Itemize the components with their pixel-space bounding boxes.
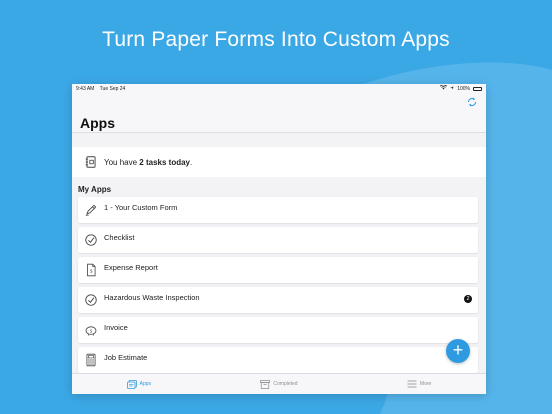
app-list: 1 - Your Custom Form Checklist $ Expense… xyxy=(72,197,486,373)
tasks-suffix: . xyxy=(190,157,193,167)
checkmark-circle-icon xyxy=(84,233,98,247)
wifi-icon xyxy=(440,84,448,92)
tab-bar: Apps Completed More xyxy=(72,373,486,394)
tab-apps[interactable]: Apps xyxy=(126,379,152,389)
app-item-label: Expense Report xyxy=(104,262,158,272)
app-item-custom-form[interactable]: 1 - Your Custom Form xyxy=(78,197,478,223)
marketing-headline: Turn Paper Forms Into Custom Apps xyxy=(102,28,450,51)
app-item-label: Hazardous Waste Inspection xyxy=(104,292,200,302)
app-item-label: Checklist xyxy=(104,232,135,242)
tasks-summary-row[interactable]: You have 2 tasks today . xyxy=(72,147,486,177)
status-date: Tue Sep 24 xyxy=(99,85,126,92)
tab-label: Completed xyxy=(273,381,298,387)
refresh-button[interactable] xyxy=(466,96,478,108)
app-item-label: Job Estimate xyxy=(104,352,148,362)
battery-icon xyxy=(473,86,482,91)
app-item-label: Invoice xyxy=(104,322,128,332)
status-time: 9:43 AM xyxy=(76,85,95,92)
app-item-label: 1 - Your Custom Form xyxy=(104,202,178,212)
archive-box-icon xyxy=(260,379,271,389)
navigation-bar: Apps xyxy=(72,93,486,133)
calculator-icon xyxy=(84,353,98,367)
dollar-document-icon: $ xyxy=(84,263,98,277)
app-item-invoice[interactable]: $ Invoice xyxy=(78,317,478,343)
checkmark-circle-icon xyxy=(84,293,98,307)
location-arrow-icon xyxy=(450,85,454,92)
tab-more[interactable]: More xyxy=(407,380,431,388)
menu-lines-icon xyxy=(407,380,417,388)
section-title-my-apps: My Apps xyxy=(78,185,112,194)
add-app-button[interactable]: + xyxy=(446,339,470,363)
tasks-prefix: You have xyxy=(104,157,140,167)
battery-percent: 100% xyxy=(457,85,470,92)
svg-text:$: $ xyxy=(90,328,93,333)
page-title: Apps xyxy=(80,115,115,131)
app-item-expense-report[interactable]: $ Expense Report xyxy=(78,257,478,283)
tasks-count: 2 tasks today xyxy=(139,157,190,167)
tab-completed[interactable]: Completed xyxy=(260,379,298,389)
notebook-icon xyxy=(84,155,98,169)
task-count-badge: 2 xyxy=(464,295,472,303)
app-item-hazardous-waste-inspection[interactable]: Hazardous Waste Inspection 2 xyxy=(78,287,478,313)
tab-label: Apps xyxy=(139,381,152,387)
piggy-bank-icon: $ xyxy=(84,323,98,337)
app-item-checklist[interactable]: Checklist xyxy=(78,227,478,253)
pencil-icon xyxy=(84,203,98,217)
status-bar: 9:43 AM Tue Sep 24 100% xyxy=(72,84,486,93)
svg-text:$: $ xyxy=(90,269,93,275)
device-screen: 9:43 AM Tue Sep 24 100% Apps You have 2 … xyxy=(72,84,486,394)
app-item-job-estimate[interactable]: Job Estimate xyxy=(78,347,478,373)
refresh-icon xyxy=(467,97,477,107)
tab-label: More xyxy=(419,381,432,387)
apps-icon xyxy=(126,379,137,389)
